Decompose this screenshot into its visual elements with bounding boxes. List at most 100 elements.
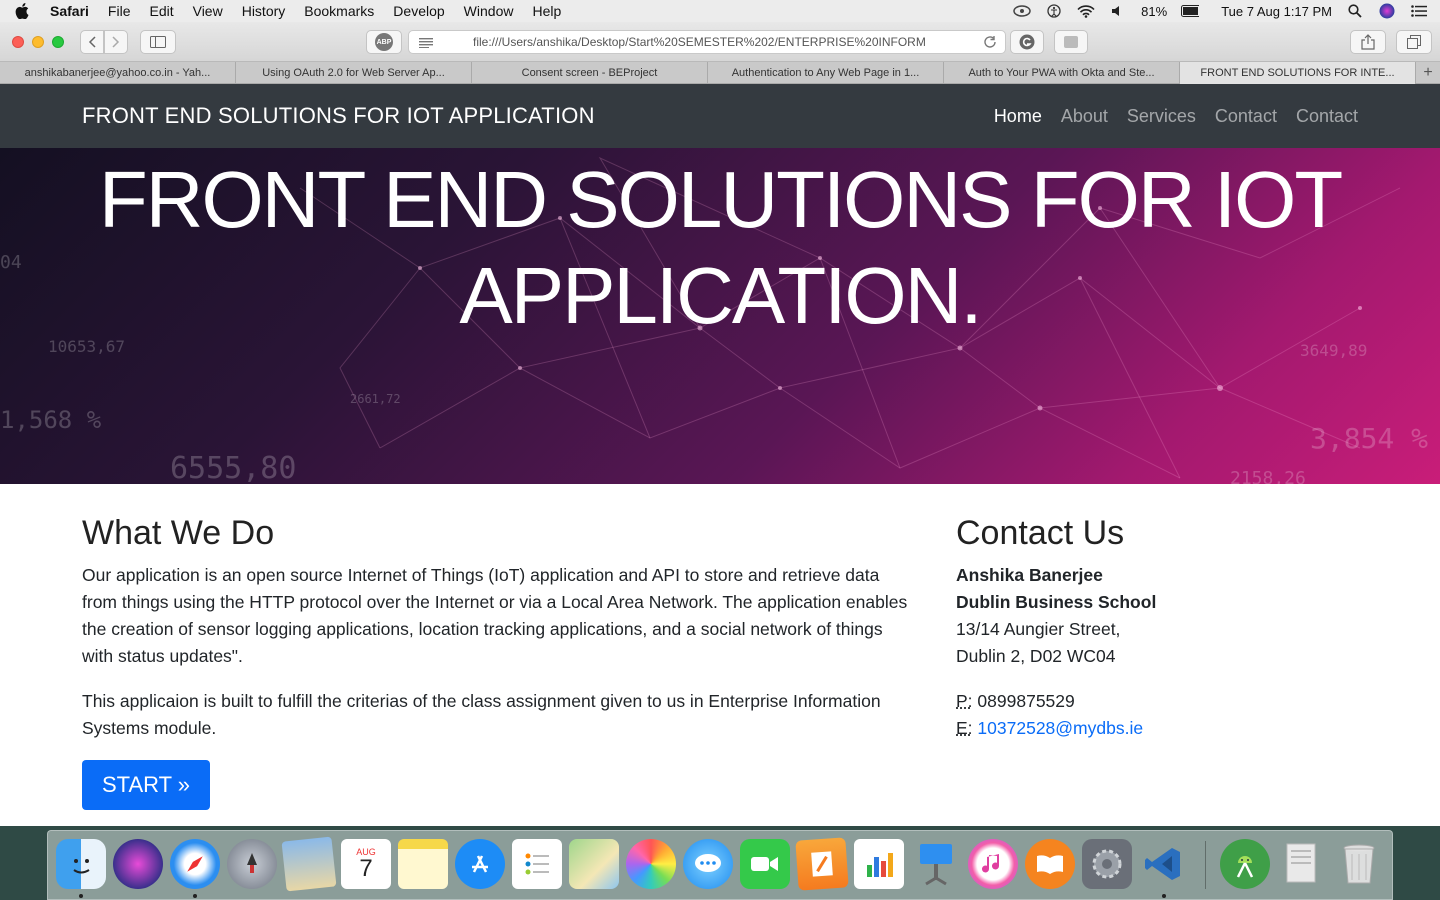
- nav-contact-2[interactable]: Contact: [1296, 106, 1358, 127]
- extension-button[interactable]: [1054, 30, 1088, 54]
- preview-icon[interactable]: [281, 836, 337, 892]
- start-button[interactable]: START »: [82, 760, 211, 810]
- adblock-button[interactable]: ABP: [366, 30, 402, 54]
- nav-services[interactable]: Services: [1127, 106, 1196, 127]
- nav-home[interactable]: Home: [994, 106, 1042, 127]
- tab-pwa-okta[interactable]: Auth to Your PWA with Okta and Ste...: [944, 62, 1180, 84]
- tab-oauth[interactable]: Using OAuth 2.0 for Web Server Ap...: [236, 62, 472, 84]
- notification-center-icon[interactable]: [1410, 4, 1428, 18]
- app-store-icon[interactable]: [455, 839, 505, 889]
- android-studio-icon[interactable]: [1220, 839, 1270, 889]
- spotlight-search-icon[interactable]: [1346, 4, 1364, 18]
- what-we-do-column: What We Do Our application is an open so…: [82, 512, 912, 810]
- nav-contact[interactable]: Contact: [1215, 106, 1277, 127]
- contact-city: Dublin 2, D02 WC04: [956, 646, 1116, 666]
- what-we-do-paragraph-2: This applicaion is built to fulfill the …: [82, 691, 881, 738]
- numbers-icon[interactable]: [854, 839, 904, 889]
- battery-icon[interactable]: [1181, 4, 1200, 18]
- menu-help[interactable]: Help: [532, 3, 561, 19]
- hero-title-line-2: APPLICATION.: [459, 251, 982, 340]
- new-tab-plus-icon[interactable]: +: [1416, 62, 1440, 84]
- menu-edit[interactable]: Edit: [149, 3, 173, 19]
- apple-menu-icon[interactable]: [14, 3, 30, 19]
- system-preferences-icon[interactable]: [1082, 839, 1132, 889]
- menu-bookmarks[interactable]: Bookmarks: [304, 3, 374, 19]
- reader-view-icon[interactable]: [419, 37, 433, 51]
- facetime-icon[interactable]: [740, 839, 790, 889]
- chevron-right-icon: [112, 36, 120, 48]
- site-nav: Home About Services Contact Contact: [994, 106, 1358, 127]
- reload-icon[interactable]: [983, 35, 997, 52]
- what-we-do-heading: What We Do: [82, 514, 275, 552]
- tab-front-end-solutions[interactable]: FRONT END SOLUTIONS FOR INTE...: [1180, 62, 1416, 84]
- tab-consent-screen[interactable]: Consent screen - BEProject: [472, 62, 708, 84]
- address-bar[interactable]: file:///Users/anshika/Desktop/Start%20SE…: [408, 30, 1006, 54]
- grammarly-button[interactable]: [1010, 30, 1044, 54]
- running-indicator: [1162, 894, 1166, 898]
- bg-number: 2158,26: [1230, 468, 1306, 484]
- extension-icon: [1064, 36, 1078, 48]
- volume-icon[interactable]: [1109, 4, 1127, 18]
- phone-number: 0899875529: [977, 691, 1075, 711]
- battery-percent: 81%: [1141, 3, 1168, 19]
- sidebar-button[interactable]: [140, 30, 176, 54]
- address-url: file:///Users/anshika/Desktop/Start%20SE…: [473, 35, 926, 49]
- menu-file[interactable]: File: [108, 3, 131, 19]
- notes-icon[interactable]: [398, 839, 448, 889]
- share-button[interactable]: [1350, 30, 1386, 54]
- maps-icon[interactable]: [569, 839, 619, 889]
- safari-icon[interactable]: [170, 839, 220, 889]
- tab-yahoo[interactable]: anshikabanerjee@yahoo.co.in - Yah...: [0, 62, 236, 84]
- grammarly-icon: [1019, 34, 1035, 50]
- keynote-icon[interactable]: [911, 839, 961, 889]
- minimize-window-button[interactable]: [32, 36, 44, 48]
- bg-number: 6555,80: [170, 451, 296, 484]
- browser-toolbar: ABP file:///Users/anshika/Desktop/Start%…: [0, 22, 1440, 62]
- forward-button[interactable]: [104, 30, 128, 54]
- contact-us-heading: Contact Us: [956, 514, 1125, 552]
- finder-icon[interactable]: [56, 839, 106, 889]
- nav-about[interactable]: About: [1061, 106, 1108, 127]
- email-line: E: 10372528@mydbs.ie: [956, 715, 1376, 742]
- reminders-icon[interactable]: [512, 839, 562, 889]
- phone-line: P: 0899875529: [956, 688, 1376, 715]
- wifi-icon[interactable]: [1077, 4, 1095, 18]
- macos-menu-bar: Safari File Edit View History Bookmarks …: [0, 0, 1440, 22]
- photos-icon[interactable]: [626, 839, 676, 889]
- hero-title: FRONT END SOLUTIONS FOR IOT APPLICATION.: [0, 152, 1440, 344]
- email-link[interactable]: 10372528@mydbs.ie: [977, 718, 1143, 738]
- close-window-button[interactable]: [12, 36, 24, 48]
- menu-safari[interactable]: Safari: [50, 3, 89, 19]
- tab-authentication[interactable]: Authentication to Any Web Page in 1...: [708, 62, 944, 84]
- messages-icon[interactable]: [683, 839, 733, 889]
- contact-details: P: 0899875529 E: 10372528@mydbs.ie: [956, 688, 1376, 742]
- zoom-window-button[interactable]: [52, 36, 64, 48]
- menu-history[interactable]: History: [242, 3, 286, 19]
- menu-window[interactable]: Window: [464, 3, 514, 19]
- site-brand[interactable]: FRONT END SOLUTIONS FOR IOT APPLICATION: [82, 103, 595, 129]
- siri-icon[interactable]: [113, 839, 163, 889]
- text-document-icon[interactable]: [1277, 839, 1327, 889]
- launchpad-icon[interactable]: [227, 839, 277, 889]
- back-button[interactable]: [80, 30, 104, 54]
- pages-icon[interactable]: [795, 837, 849, 891]
- adblock-icon: ABP: [375, 33, 393, 51]
- what-we-do-paragraph-1: Our application is an open source Intern…: [82, 565, 908, 666]
- clock[interactable]: Tue 7 Aug 1:17 PM: [1221, 4, 1332, 19]
- accessibility-icon[interactable]: [1045, 4, 1063, 18]
- ibooks-icon[interactable]: [1025, 839, 1075, 889]
- trash-icon[interactable]: [1334, 839, 1384, 889]
- content-section: What We Do Our application is an open so…: [0, 484, 1440, 826]
- contact-street: 13/14 Aungier Street,: [956, 619, 1121, 639]
- vscode-icon[interactable]: [1139, 839, 1189, 889]
- itunes-icon[interactable]: [968, 839, 1018, 889]
- creative-cloud-icon[interactable]: [1013, 4, 1031, 18]
- show-tabs-button[interactable]: [1396, 30, 1432, 54]
- menu-develop[interactable]: Develop: [393, 3, 444, 19]
- share-icon: [1361, 34, 1375, 50]
- site-navbar: FRONT END SOLUTIONS FOR IOT APPLICATION …: [0, 84, 1440, 148]
- calendar-day: 7: [359, 855, 373, 882]
- calendar-icon[interactable]: AUG 7: [341, 839, 391, 889]
- menu-view[interactable]: View: [193, 3, 223, 19]
- siri-menu-icon[interactable]: [1378, 3, 1396, 19]
